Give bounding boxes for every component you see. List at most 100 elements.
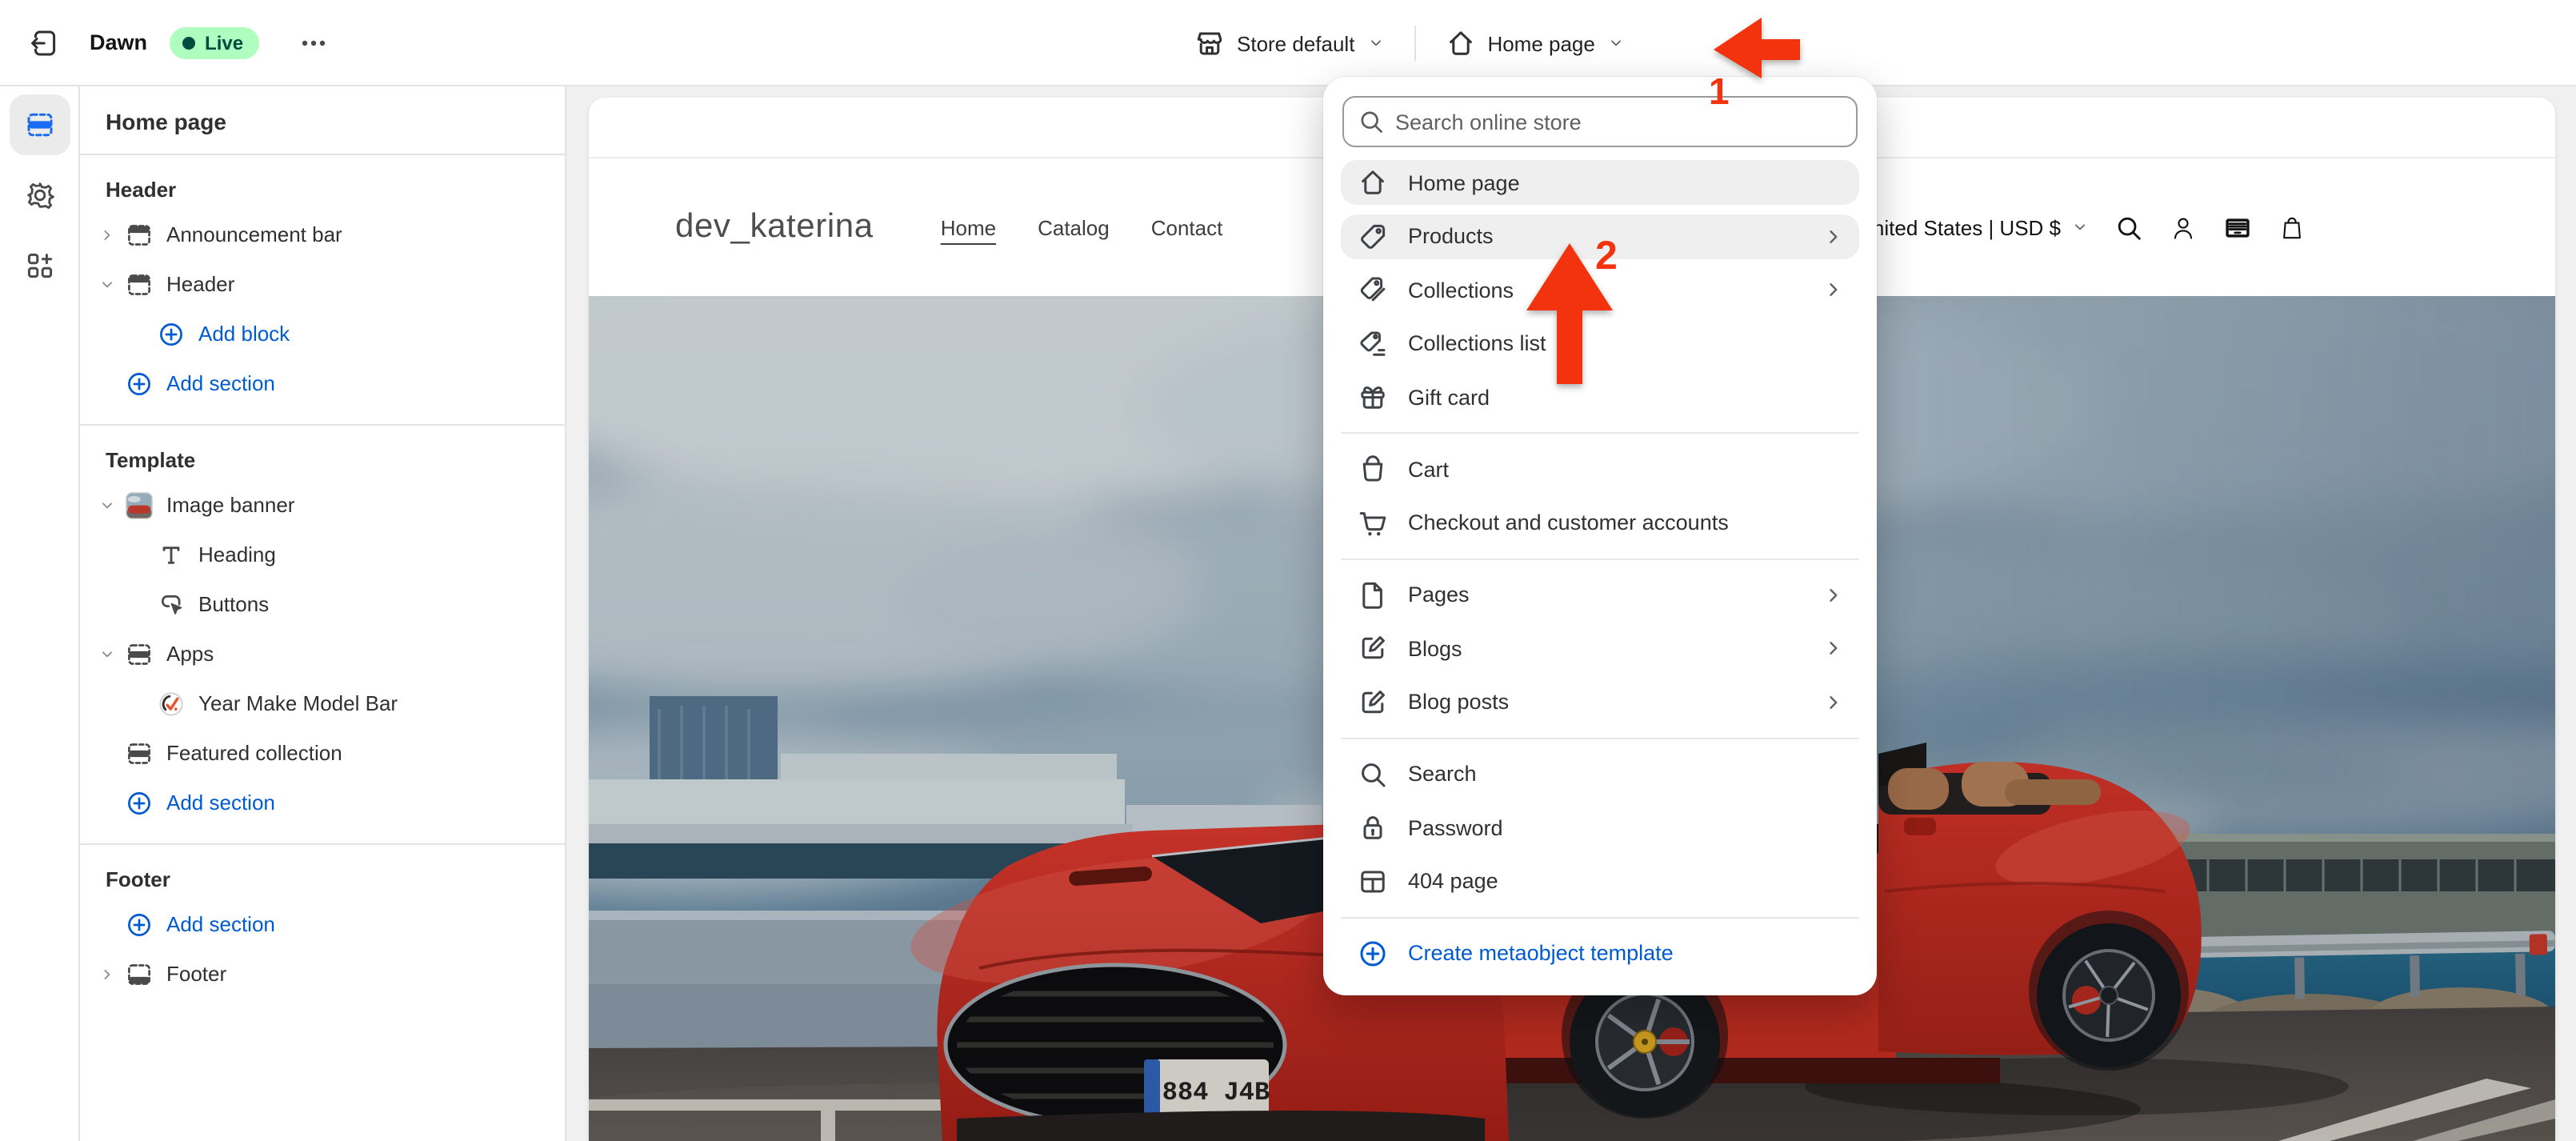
- app-ymm-icon: [157, 689, 186, 718]
- topbar: Dawn Live Store default Home page: [0, 0, 2576, 86]
- menu-item-label: Products: [1408, 224, 1494, 248]
- menu-search-input[interactable]: [1342, 96, 1858, 147]
- window404-icon: [1357, 865, 1389, 897]
- annotation-arrow-1: [1714, 18, 1800, 78]
- menu-item-create-metaobject-template[interactable]: Create metaobject template: [1341, 931, 1859, 975]
- menu-item-label: Collections list: [1408, 331, 1546, 355]
- menu-item-label: Create metaobject template: [1408, 941, 1674, 965]
- sidebar-item-label: Buttons: [198, 592, 269, 616]
- theme-settings-icon: [23, 179, 55, 211]
- home-icon: [1357, 166, 1389, 198]
- store-nav: Home Catalog Contact: [941, 215, 1223, 239]
- store-garage-button[interactable]: [2222, 212, 2253, 242]
- chevron-right-glyph: [98, 964, 117, 983]
- store-logo[interactable]: dev_katerina: [675, 208, 874, 246]
- chevron-down-glyph: [98, 495, 117, 514]
- search-icon: [2114, 212, 2144, 242]
- rail-item-apps[interactable]: [9, 235, 70, 296]
- sidebar-item-label: Apps: [166, 642, 214, 666]
- menu-item-404-page[interactable]: 404 page: [1341, 859, 1859, 903]
- localization-selector[interactable]: United States | USD $: [1858, 215, 2090, 239]
- sidebar-item-label: Image banner: [166, 493, 294, 517]
- sidebar-group-footer: FooterAdd sectionFooter: [80, 845, 565, 1015]
- chevron-right-glyph: [98, 225, 117, 244]
- menu-item-checkout-and-customer-accounts[interactable]: Checkout and customer accounts: [1341, 500, 1859, 545]
- store-context-selector[interactable]: Store default: [1187, 18, 1391, 69]
- live-badge: Live: [170, 26, 259, 58]
- plus-circle-icon: [125, 788, 154, 817]
- sidebar-item-header[interactable]: Header: [93, 259, 552, 309]
- sidebar-item-announcement-bar[interactable]: Announcement bar: [93, 210, 552, 259]
- sidebar-item-buttons[interactable]: Buttons: [125, 579, 552, 629]
- sec-bot-icon: [125, 959, 154, 988]
- chevron-right-icon[interactable]: [96, 225, 118, 244]
- theme-name: Dawn: [90, 30, 147, 54]
- menu-item-password[interactable]: Password: [1341, 805, 1859, 850]
- store-person-button[interactable]: [2168, 212, 2198, 242]
- more-actions-button[interactable]: [291, 20, 336, 65]
- localization-label: United States | USD $: [1858, 215, 2061, 239]
- sec-top-icon: [125, 270, 154, 298]
- menu-item-blog-posts[interactable]: Blog posts: [1341, 679, 1859, 724]
- live-badge-label: Live: [205, 31, 243, 54]
- exit-editor-button[interactable]: [22, 20, 67, 65]
- chevron-down-icon[interactable]: [96, 644, 118, 663]
- store-nav-contact[interactable]: Contact: [1151, 215, 1223, 239]
- menu-item-cart[interactable]: Cart: [1341, 446, 1859, 491]
- sections-icon: [23, 109, 55, 141]
- plus-circle-icon: [157, 319, 186, 348]
- sidebar-item-label: Announcement bar: [166, 222, 342, 246]
- page-selector[interactable]: Home page: [1438, 18, 1631, 69]
- sidebar-link-add-section[interactable]: Add section: [93, 358, 552, 408]
- chevron-down-icon[interactable]: [96, 274, 118, 294]
- store-context-label: Store default: [1237, 31, 1354, 55]
- sidebar-item-heading[interactable]: Heading: [125, 530, 552, 579]
- sec-top-icon: [125, 220, 154, 249]
- group-label: Template: [93, 442, 552, 480]
- store-nav-home[interactable]: Home: [941, 215, 996, 239]
- menu-item-label: Search: [1408, 762, 1477, 786]
- cart-icon: [1357, 506, 1389, 538]
- sidebar-item-apps[interactable]: Apps: [93, 629, 552, 679]
- chevron-right-icon[interactable]: [96, 964, 118, 983]
- sidebar-group-header: HeaderAnnouncement barHeaderAdd blockAdd…: [80, 155, 565, 426]
- storefront-icon: [1194, 27, 1226, 59]
- store-nav-catalog[interactable]: Catalog: [1038, 215, 1110, 239]
- store-search-button[interactable]: [2114, 212, 2144, 242]
- chevron-down-glyph: [98, 644, 117, 663]
- sidebar-link-add-section[interactable]: Add section: [93, 899, 552, 949]
- chevron-down-icon: [1366, 34, 1385, 53]
- chevron-down-glyph: [98, 274, 117, 294]
- menu-item-home-page[interactable]: Home page: [1341, 160, 1859, 205]
- tag-icon: [1357, 220, 1389, 252]
- menu-item-label: Password: [1408, 815, 1503, 839]
- plus-circle-icon: [125, 369, 154, 398]
- sidebar-item-footer[interactable]: Footer: [93, 949, 552, 999]
- chevron-down-icon[interactable]: [96, 495, 118, 514]
- bag-thin-icon: [2277, 212, 2307, 242]
- sidebar-link-add-section[interactable]: Add section: [93, 778, 552, 827]
- menu-item-search[interactable]: Search: [1341, 751, 1859, 796]
- menu-item-blogs[interactable]: Blogs: [1341, 626, 1859, 671]
- sidebar-item-label: Year Make Model Bar: [198, 691, 398, 715]
- compose-icon: [1357, 686, 1389, 718]
- store-bag-thin-button[interactable]: [2277, 212, 2307, 242]
- sidebar-item-year-make-model-bar[interactable]: Year Make Model Bar: [125, 679, 552, 728]
- menu-divider: [1341, 432, 1859, 434]
- chevron-right-icon: [1821, 689, 1846, 715]
- collections-list-icon: [1357, 327, 1389, 359]
- menu-item-label: Blogs: [1408, 636, 1462, 660]
- sidebar-item-featured-collection[interactable]: Featured collection: [93, 728, 552, 778]
- rail-item-theme-settings[interactable]: [9, 165, 70, 226]
- page-icon: [1357, 579, 1389, 611]
- menu-item-pages[interactable]: Pages: [1341, 572, 1859, 617]
- exit-icon: [29, 26, 61, 58]
- theme-editor: Dawn Live Store default Home page Home p…: [0, 0, 2576, 1141]
- sidebar-link-add-block[interactable]: Add block: [125, 309, 552, 358]
- apps-icon: [23, 250, 55, 282]
- sidebar-item-label: Featured collection: [166, 741, 342, 765]
- chevron-down-icon: [2070, 218, 2090, 237]
- rail-item-sections[interactable]: [9, 94, 70, 155]
- sidebar-item-image-banner[interactable]: Image banner: [93, 480, 552, 530]
- sections-sidebar: Home page HeaderAnnouncement barHeaderAd…: [80, 86, 566, 1141]
